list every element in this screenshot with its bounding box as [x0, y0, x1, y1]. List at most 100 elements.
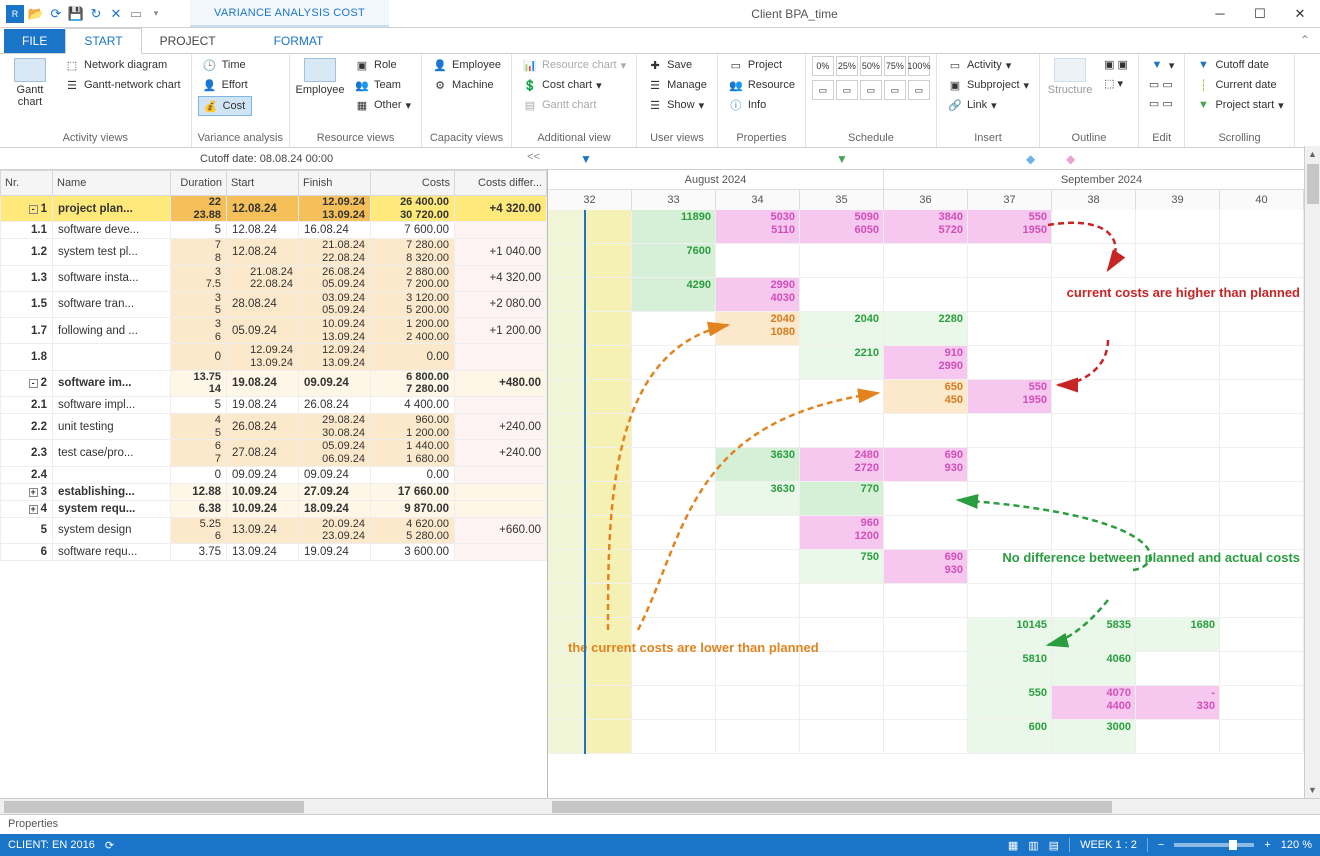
qat-dropdown-icon[interactable]: ▾: [148, 6, 164, 22]
tab-format[interactable]: FORMAT: [234, 29, 364, 53]
edit-tool-2[interactable]: ▭ ▭: [1145, 76, 1179, 93]
expand-toggle[interactable]: +: [29, 488, 38, 497]
project-props-button[interactable]: ▭Project: [724, 56, 799, 74]
time-button[interactable]: 🕒Time: [198, 56, 252, 74]
table-row[interactable]: 6software requ...3.7513.09.2419.09.243 6…: [1, 543, 547, 560]
table-row[interactable]: 1.2system test pl...7812.08.2421.08.2422…: [1, 239, 547, 265]
network-diagram-button[interactable]: ⬚Network diagram: [60, 56, 185, 74]
resource-props-button[interactable]: 👥Resource: [724, 76, 799, 94]
table-row[interactable]: 2.1software impl...519.08.2426.08.244 40…: [1, 396, 547, 413]
insert-link-button[interactable]: 🔗Link ▾: [943, 96, 1033, 114]
horizontal-scrollbar[interactable]: [0, 798, 1320, 814]
other-button[interactable]: ▦Other ▾: [350, 96, 415, 114]
table-row[interactable]: 2.2unit testing4526.08.2429.08.2430.08.2…: [1, 413, 547, 439]
maximize-button[interactable]: ☐: [1240, 0, 1280, 28]
status-view-1-icon[interactable]: ▦: [1008, 839, 1018, 852]
redo-icon[interactable]: ↻: [88, 6, 104, 22]
table-row[interactable]: +3establishing...12.8810.09.2427.09.2417…: [1, 483, 547, 500]
expand-toggle[interactable]: -: [29, 205, 38, 214]
outline-tool-1[interactable]: ▣ ▣: [1100, 56, 1132, 73]
sched-tool-4[interactable]: ▭: [884, 80, 906, 100]
structure-button[interactable]: Structure: [1046, 56, 1094, 98]
cost-chart-button[interactable]: 💲Cost chart ▾: [518, 76, 630, 94]
properties-bar[interactable]: Properties: [0, 814, 1320, 834]
save-icon[interactable]: 💾: [68, 6, 84, 22]
filter-button[interactable]: ▼ ▾: [1145, 56, 1179, 74]
insert-subproject-button[interactable]: ▣Subproject ▾: [943, 76, 1033, 94]
tab-file[interactable]: FILE: [4, 29, 65, 53]
edit-tool-3[interactable]: ▭ ▭: [1145, 95, 1179, 112]
refresh-icon[interactable]: ⟳: [48, 6, 64, 22]
sched-tool-1[interactable]: ▭: [812, 80, 834, 100]
status-refresh-icon[interactable]: ⟳: [105, 839, 114, 852]
pct-25-button[interactable]: 25%: [836, 56, 858, 76]
collapse-grid-button[interactable]: <<: [527, 151, 540, 163]
minimize-button[interactable]: ─: [1200, 0, 1240, 28]
open-icon[interactable]: 📂: [28, 6, 44, 22]
zoom-value: 120 %: [1281, 839, 1312, 851]
table-row[interactable]: 2.3test case/pro...6727.08.2405.09.2406.…: [1, 440, 547, 466]
layout-icon[interactable]: ▭: [128, 6, 144, 22]
table-row[interactable]: -1project plan...2223.8812.08.2412.09.24…: [1, 196, 547, 222]
scroll-up-icon[interactable]: ▲: [1305, 146, 1320, 162]
expand-toggle[interactable]: -: [29, 379, 38, 388]
ribbon-collapse-icon[interactable]: ⌃: [1290, 27, 1320, 53]
close-button[interactable]: ✕: [1280, 0, 1320, 28]
scroll-down-icon[interactable]: ▼: [1305, 782, 1320, 798]
gantt-network-chart-button[interactable]: ☰Gantt-network chart: [60, 76, 185, 94]
zoom-slider[interactable]: [1174, 843, 1254, 847]
gantt-chart-small-button[interactable]: ▤Gantt chart: [518, 96, 630, 114]
zoom-in-button[interactable]: +: [1264, 839, 1270, 851]
expand-toggle[interactable]: +: [29, 505, 38, 514]
tab-start[interactable]: START: [65, 28, 141, 54]
col-start[interactable]: Start: [227, 171, 299, 196]
col-name[interactable]: Name: [53, 171, 171, 196]
cap-employee-button[interactable]: 👤Employee: [428, 56, 505, 74]
tab-project[interactable]: PROJECT: [142, 29, 234, 53]
close-win-icon[interactable]: ✕: [108, 6, 124, 22]
col-costdiff[interactable]: Costs differ...: [455, 171, 547, 196]
project-start-button[interactable]: ▼Project start ▾: [1191, 96, 1287, 114]
save-view-button[interactable]: ✚Save: [643, 56, 711, 74]
gantt-cell: [1136, 244, 1220, 277]
employee-button[interactable]: Employee: [296, 56, 344, 98]
table-row[interactable]: 2.4009.09.2409.09.240.00: [1, 466, 547, 483]
effort-button[interactable]: 👤Effort: [198, 76, 252, 94]
table-row[interactable]: 1.1software deve...512.08.2416.08.247 60…: [1, 222, 547, 239]
team-button[interactable]: 👥Team: [350, 76, 415, 94]
col-costs[interactable]: Costs: [371, 171, 455, 196]
role-button[interactable]: ▣Role: [350, 56, 415, 74]
resource-chart-button[interactable]: 📊Resource chart ▾: [518, 56, 630, 74]
show-button[interactable]: ☰Show ▾: [643, 96, 711, 114]
col-finish[interactable]: Finish: [299, 171, 371, 196]
table-row[interactable]: 1.8012.09.2413.09.2412.09.2413.09.240.00: [1, 344, 547, 370]
cap-machine-button[interactable]: ⚙Machine: [428, 76, 505, 94]
sched-tool-5[interactable]: ▭: [908, 80, 930, 100]
sched-tool-3[interactable]: ▭: [860, 80, 882, 100]
pct-100-button[interactable]: 100%: [908, 56, 930, 76]
pct-50-button[interactable]: 50%: [860, 56, 882, 76]
current-date-button[interactable]: ┆Current date: [1191, 76, 1287, 94]
table-row[interactable]: 1.7following and ...3605.09.2410.09.2413…: [1, 318, 547, 344]
table-row[interactable]: +4system requ...6.3810.09.2418.09.249 87…: [1, 500, 547, 517]
outline-tool-2[interactable]: ⬚ ▾: [1100, 75, 1132, 92]
table-row[interactable]: -2software im...13.751419.08.2409.09.246…: [1, 370, 547, 396]
vertical-scrollbar[interactable]: ▲ ▼: [1304, 146, 1320, 798]
cutoff-date-button[interactable]: ▼Cutoff date: [1191, 56, 1287, 74]
table-row[interactable]: 5system design5.25613.09.2420.09.2423.09…: [1, 517, 547, 543]
table-row[interactable]: 1.3software insta...37.521.08.2422.08.24…: [1, 265, 547, 291]
col-duration[interactable]: Duration: [171, 171, 227, 196]
pct-75-button[interactable]: 75%: [884, 56, 906, 76]
manage-button[interactable]: ☰Manage: [643, 76, 711, 94]
table-row[interactable]: 1.5software tran...3528.08.2403.09.2405.…: [1, 291, 547, 317]
zoom-out-button[interactable]: −: [1158, 839, 1164, 851]
status-view-3-icon[interactable]: ▤: [1049, 839, 1059, 852]
col-nr[interactable]: Nr.: [1, 171, 53, 196]
gantt-chart-button[interactable]: Gantt chart: [6, 56, 54, 110]
sched-tool-2[interactable]: ▭: [836, 80, 858, 100]
pct-0-button[interactable]: 0%: [812, 56, 834, 76]
cost-button[interactable]: 💰Cost: [198, 96, 252, 116]
status-view-2-icon[interactable]: ▥: [1028, 839, 1038, 852]
insert-activity-button[interactable]: ▭Activity ▾: [943, 56, 1033, 74]
info-button[interactable]: ⓘInfo: [724, 96, 799, 114]
